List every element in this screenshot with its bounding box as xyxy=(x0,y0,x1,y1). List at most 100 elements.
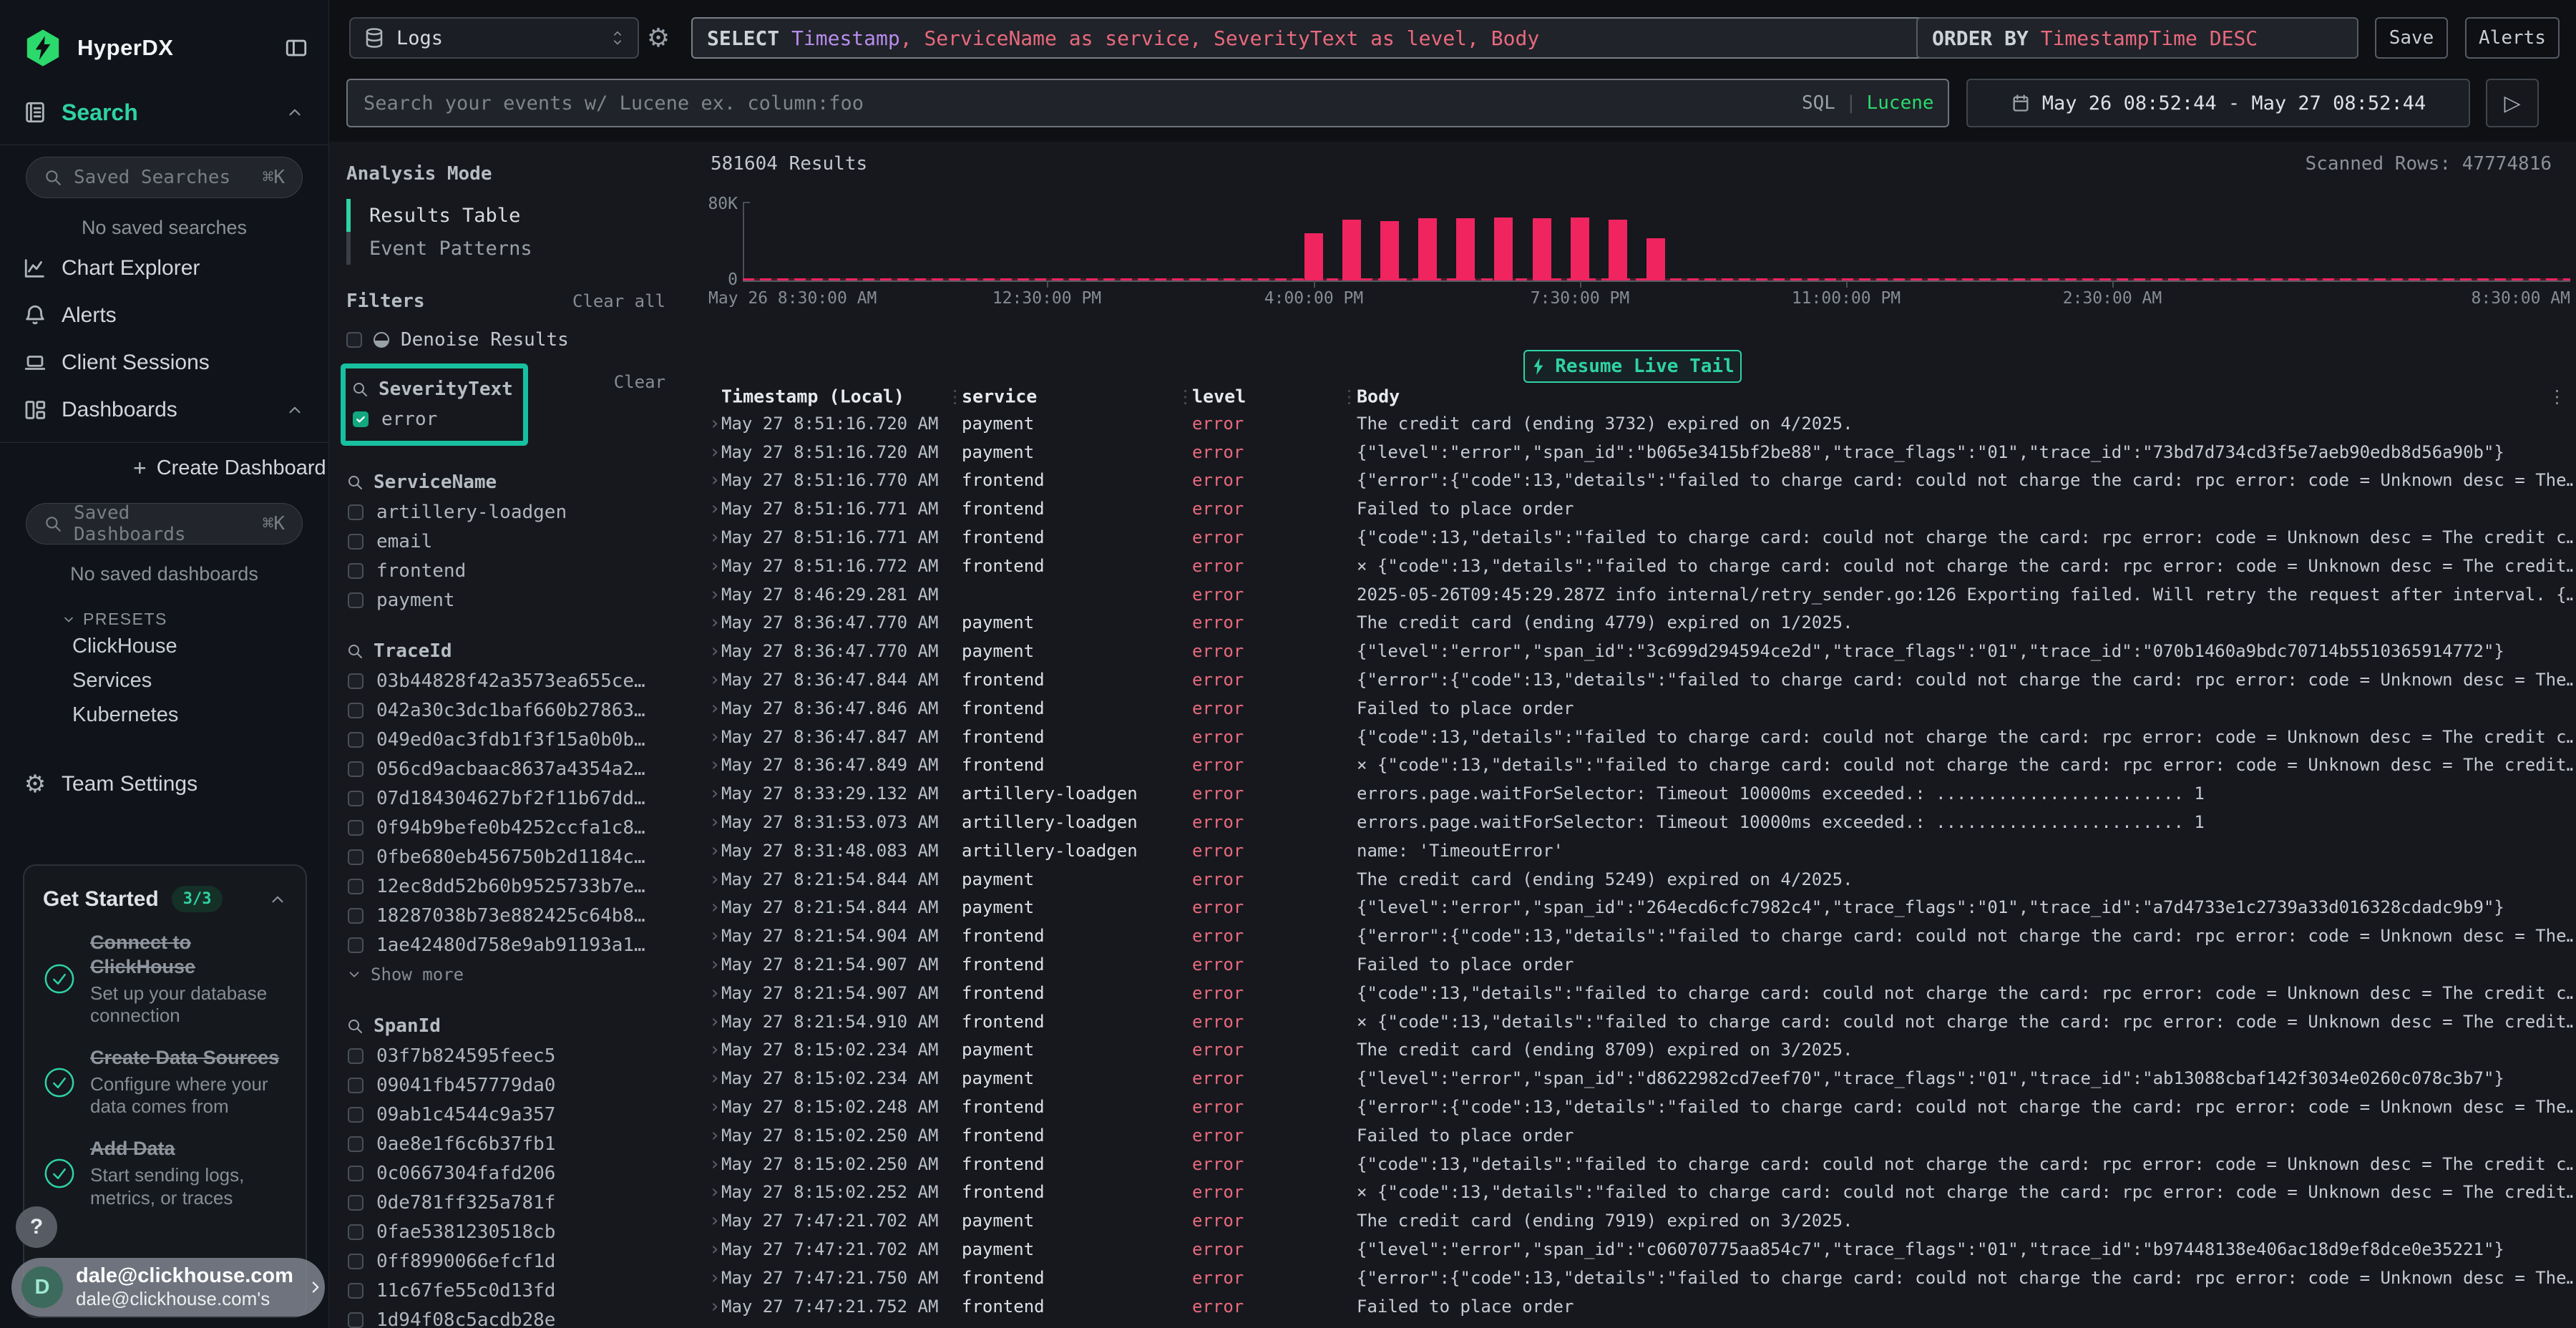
row-expand-icon[interactable]: › xyxy=(709,1296,721,1317)
table-options-icon[interactable]: ⋮ xyxy=(2548,386,2566,407)
filter-checkbox[interactable] xyxy=(348,1166,364,1181)
table-row[interactable]: ›May 27 8:36:47.847 AMfrontenderror{"cod… xyxy=(706,723,2576,751)
filter-item-0f94b9befe0b4252ccfa1c8-[interactable]: 0f94b9befe0b4252ccfa1c8… xyxy=(346,813,665,842)
table-row[interactable]: ›May 27 8:21:54.907 AMfrontenderror{"cod… xyxy=(706,979,2576,1007)
filter-item-09ab1c4544c9a357[interactable]: 09ab1c4544c9a357 xyxy=(346,1100,665,1129)
table-row[interactable]: ›May 27 8:15:02.234 AMpaymenterrorThe cr… xyxy=(706,1036,2576,1065)
search-input[interactable] xyxy=(346,79,1949,127)
table-row[interactable]: ›May 27 7:47:21.702 AMpaymenterrorThe cr… xyxy=(706,1206,2576,1235)
histogram-bar[interactable] xyxy=(1494,218,1513,280)
row-expand-icon[interactable]: › xyxy=(709,698,721,719)
show-more-button[interactable]: Show more xyxy=(346,960,665,990)
table-row[interactable]: ›May 27 7:47:21.750 AMfrontenderror{"err… xyxy=(706,1264,2576,1292)
table-row[interactable]: ›May 27 8:31:48.083 AMartillery-loadgene… xyxy=(706,836,2576,865)
row-expand-icon[interactable]: › xyxy=(709,897,721,918)
row-expand-icon[interactable]: › xyxy=(709,840,721,861)
sidebar-item-services[interactable]: Services xyxy=(0,663,328,698)
histogram-bar[interactable] xyxy=(1609,220,1627,280)
filter-item-03f7b824595feec5[interactable]: 03f7b824595feec5 xyxy=(346,1041,665,1070)
histogram-bar[interactable] xyxy=(1646,238,1665,280)
filter-item-0ff8990066efcf1d[interactable]: 0ff8990066efcf1d xyxy=(346,1246,665,1276)
order-by-input[interactable]: ORDER BY TimestampTime DESC xyxy=(1916,17,2358,59)
row-expand-icon[interactable]: › xyxy=(709,1096,721,1118)
table-row[interactable]: ›May 27 8:51:16.770 AMfrontenderror{"err… xyxy=(706,467,2576,495)
user-menu[interactable]: D dale@clickhouse.com dale@clickhouse.co… xyxy=(11,1258,325,1317)
lucene-mode-button[interactable]: Lucene xyxy=(1867,92,1934,114)
table-row[interactable]: ›May 27 8:21:54.844 AMpaymenterrorThe cr… xyxy=(706,865,2576,894)
save-button[interactable]: Save xyxy=(2375,17,2448,59)
date-range-picker[interactable]: May 26 08:52:44 - May 27 08:52:44 xyxy=(1966,79,2470,127)
sidebar-collapse-icon[interactable] xyxy=(284,36,308,60)
table-row[interactable]: ›May 27 8:51:16.720 AMpaymenterror{"leve… xyxy=(706,438,2576,467)
table-row[interactable]: ›May 27 8:21:54.844 AMpaymenterror{"leve… xyxy=(706,894,2576,922)
histogram-bar[interactable] xyxy=(1418,218,1437,280)
alerts-button[interactable]: Alerts xyxy=(2465,17,2560,59)
filter-checkbox[interactable] xyxy=(348,1224,364,1240)
filter-item-11c67fe55c0d13fd[interactable]: 11c67fe55c0d13fd xyxy=(346,1276,665,1305)
filter-item-1ae42480d758e9ab91193a1-[interactable]: 1ae42480d758e9ab91193a1… xyxy=(346,930,665,960)
filter-group-header[interactable]: SpanId xyxy=(346,1011,665,1041)
row-expand-icon[interactable]: › xyxy=(709,555,721,577)
table-row[interactable]: ›May 27 8:36:47.846 AMfrontenderrorFaile… xyxy=(706,694,2576,723)
table-row[interactable]: ›May 27 8:51:16.720 AMpaymenterrorThe cr… xyxy=(706,409,2576,438)
sidebar-item-clickhouse[interactable]: ClickHouse xyxy=(0,629,328,663)
run-query-button[interactable]: ▷ xyxy=(2486,79,2539,127)
filter-checkbox[interactable] xyxy=(348,1195,364,1211)
filter-checkbox[interactable] xyxy=(348,820,364,836)
filter-checkbox[interactable] xyxy=(348,703,364,718)
histogram-bar[interactable] xyxy=(1342,220,1361,280)
table-row[interactable]: ›May 27 7:47:21.702 AMpaymenterror{"leve… xyxy=(706,1235,2576,1264)
row-expand-icon[interactable]: › xyxy=(709,1267,721,1289)
filter-item-056cd9acbaac8637a4354a2-[interactable]: 056cd9acbaac8637a4354a2… xyxy=(346,754,665,783)
row-expand-icon[interactable]: › xyxy=(709,498,721,519)
column-separator[interactable]: ⋮ xyxy=(1340,386,1358,407)
row-expand-icon[interactable]: › xyxy=(709,783,721,804)
histogram-bar[interactable] xyxy=(1456,218,1475,280)
saved-dashboards-input[interactable]: Saved Dashboards ⌘K xyxy=(26,503,303,545)
chevron-up-icon[interactable] xyxy=(286,103,304,122)
row-expand-icon[interactable]: › xyxy=(709,954,721,975)
row-expand-icon[interactable]: › xyxy=(709,669,721,690)
filter-item-03b44828f42a3573ea655ce-[interactable]: 03b44828f42a3573ea655ce… xyxy=(346,666,665,695)
filter-checkbox[interactable] xyxy=(348,732,364,748)
filter-item-email[interactable]: email xyxy=(346,527,665,556)
table-row[interactable]: ›May 27 8:15:02.248 AMfrontenderror{"err… xyxy=(706,1093,2576,1121)
filter-checkbox[interactable] xyxy=(348,908,364,924)
row-expand-icon[interactable]: › xyxy=(709,1125,721,1146)
clear-all-button[interactable]: Clear all xyxy=(572,291,665,311)
sidebar-item-alerts[interactable]: Alerts xyxy=(0,298,328,333)
table-row[interactable]: ›May 27 8:36:47.770 AMpaymenterrorThe cr… xyxy=(706,609,2576,638)
table-row[interactable]: ›May 27 8:21:54.904 AMfrontenderror{"err… xyxy=(706,922,2576,950)
table-row[interactable]: ›May 27 8:21:54.907 AMfrontenderrorFaile… xyxy=(706,950,2576,979)
filter-item-07d184304627bf2f11b67dd-[interactable]: 07d184304627bf2f11b67dd… xyxy=(346,783,665,813)
histogram-bar[interactable] xyxy=(1380,221,1399,280)
get-started-step[interactable]: Add Data Start sending logs, metrics, or… xyxy=(43,1137,287,1209)
filter-checkbox[interactable] xyxy=(348,761,364,777)
filter-checkbox[interactable] xyxy=(348,504,364,520)
presets-header[interactable]: PRESETS xyxy=(0,610,328,629)
filter-checkbox[interactable] xyxy=(348,849,364,865)
filter-group-header[interactable]: ServiceName xyxy=(346,467,665,497)
table-row[interactable]: ›May 27 8:21:54.910 AMfrontenderror× {"c… xyxy=(706,1007,2576,1036)
column-header-body[interactable]: Body xyxy=(1357,386,1400,407)
filter-checkbox[interactable] xyxy=(353,411,369,427)
table-row[interactable]: ›May 27 7:47:21.752 AMfrontenderrorFaile… xyxy=(706,1292,2576,1321)
filter-checkbox[interactable] xyxy=(348,534,364,550)
help-button[interactable]: ? xyxy=(16,1206,57,1248)
table-row[interactable]: ›May 27 8:15:02.250 AMfrontenderror{"cod… xyxy=(706,1150,2576,1178)
filter-item-error[interactable]: error xyxy=(351,404,513,434)
get-started-step[interactable]: Connect to ClickHouse Set up your databa… xyxy=(43,931,287,1027)
tab-results-table[interactable]: Results Table xyxy=(346,199,665,232)
filter-checkbox[interactable] xyxy=(348,937,364,953)
filter-item-payment[interactable]: payment xyxy=(346,585,665,615)
row-expand-icon[interactable]: › xyxy=(709,982,721,1004)
table-row[interactable]: ›May 27 8:15:02.250 AMfrontenderrorFaile… xyxy=(706,1121,2576,1150)
filter-group-header[interactable]: SeverityText xyxy=(351,374,513,404)
saved-searches-input[interactable]: Saved Searches ⌘K xyxy=(26,157,303,198)
row-expand-icon[interactable]: › xyxy=(709,441,721,463)
filter-clear-button[interactable]: Clear xyxy=(614,372,665,392)
column-header-level[interactable]: level xyxy=(1192,386,1246,407)
tab-event-patterns[interactable]: Event Patterns xyxy=(346,232,665,265)
filter-group-header[interactable]: TraceId xyxy=(346,636,665,666)
histogram-bar[interactable] xyxy=(1571,218,1589,280)
